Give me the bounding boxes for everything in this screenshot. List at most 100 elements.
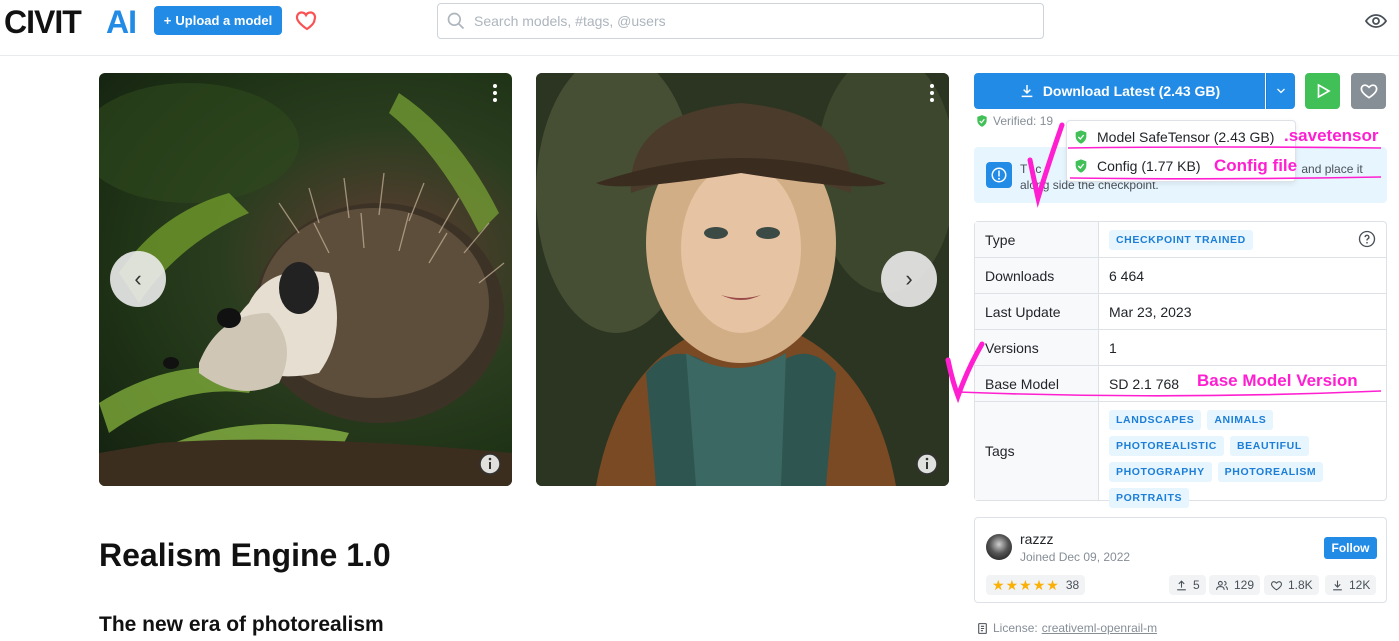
download-icon [1021,85,1033,98]
downloads-count: 12K [1349,578,1371,592]
svg-text:AI: AI [106,6,136,36]
run-model-button[interactable] [1305,73,1340,109]
model-title: Realism Engine 1.0 [99,537,391,573]
search-input[interactable] [474,13,994,29]
shield-check-icon [977,115,987,127]
license-link[interactable]: creativeml-openrail-m [1042,621,1157,635]
creator-joined-date: Joined Dec 09, 2022 [1020,550,1131,564]
chevron-left-icon: ‹ [134,266,142,291]
svg-text:CIVIT: CIVIT [4,6,82,36]
notice-text-a: T [1020,162,1028,176]
row-label: Last Update [975,294,1099,329]
creator-name[interactable]: razzz [1020,531,1053,547]
more-options-icon[interactable] [492,83,498,103]
row-label: Versions [975,330,1099,365]
star-icon: ★ [1032,576,1046,593]
favorites-count: 1.8K [1288,578,1313,592]
gallery-prev-button[interactable]: ‹ [110,251,166,307]
row-label: Base Model [975,366,1099,401]
more-options-icon[interactable] [929,83,935,103]
play-icon [1317,83,1331,99]
plus-icon: + [163,13,172,28]
uploads-stat: 5 [1169,575,1206,595]
civitai-logo[interactable]: CIVIT AI [4,6,144,36]
chevron-right-icon: › [905,266,913,291]
row-value: 1 [1109,339,1117,356]
creator-card: razzz Joined Dec 09, 2022 Follow ★ ★ ★ ★… [974,517,1387,603]
top-header: CIVIT AI + Upload a model [0,0,1399,56]
annotation-safetensor: .savetensor [1284,126,1379,145]
users-icon [1216,580,1228,590]
table-row-versions: Versions 1 [975,330,1386,366]
verified-text: Verified: 19 [993,114,1054,128]
star-icon: ★ [1046,576,1059,593]
tags-list: LANDSCAPES ANIMALS PHOTOREALISTIC BEAUTI… [1109,410,1379,508]
row-value: SD 2.1 768 [1109,375,1180,392]
download-icon [1333,580,1342,590]
row-label: Downloads [975,258,1099,293]
info-icon[interactable] [915,452,939,476]
gallery-next-button[interactable]: › [881,251,937,307]
star-icon: ★ [1005,576,1019,593]
followers-stat: 129 [1209,575,1261,595]
upload-model-label: Upload a model [175,13,273,28]
follow-button[interactable]: Follow [1324,537,1377,559]
annotation-base-model: Base Model Version [1197,371,1358,390]
download-options-button[interactable] [1266,73,1295,109]
uploads-count: 5 [1193,578,1200,592]
row-label: Type [975,222,1099,257]
upload-model-button[interactable]: + Upload a model [154,6,282,35]
eye-icon[interactable] [1364,9,1388,33]
table-row-tags: Tags LANDSCAPES ANIMALS PHOTOREALISTIC B… [975,402,1386,508]
notice-text-b: c [1035,162,1042,176]
shield-check-icon [1075,159,1087,173]
search-icon [447,12,465,30]
star-icon: ★ [1019,576,1032,593]
favorite-button[interactable] [1351,73,1386,109]
type-badge: CHECKPOINT TRAINED [1109,229,1253,250]
verified-status: Verified: 19 [975,114,1053,128]
table-row-type: Type CHECKPOINT TRAINED [975,222,1386,258]
row-value: Mar 23, 2023 [1109,303,1192,320]
file-option-label: Config (1.77 KB) [1097,158,1201,174]
heart-icon [1271,580,1282,590]
chevron-down-icon [1277,88,1285,94]
download-latest-label: Download Latest (2.43 GB) [1042,83,1221,99]
rating-stars: ★ ★ ★ ★ ★ 38 [986,575,1086,595]
annotation-config: Config file [1214,156,1298,175]
file-option-label: Model SafeTensor (2.43 GB) [1097,129,1275,145]
download-latest-button[interactable]: Download Latest (2.43 GB) [974,73,1265,109]
info-icon[interactable] [478,452,502,476]
search-bar[interactable] [437,3,1044,39]
model-details-table: Type CHECKPOINT TRAINED Downloads 6 464 … [974,221,1387,508]
tag-badge[interactable]: BEAUTIFUL [1229,436,1309,456]
avatar[interactable] [986,534,1012,560]
license-label: License: [993,621,1038,635]
followers-count: 129 [1234,578,1255,592]
row-value: 6 464 [1109,267,1145,284]
table-row-downloads: Downloads 6 464 [975,258,1386,294]
downloads-stat: 12K [1325,575,1377,595]
shield-check-icon [1075,130,1087,144]
star-icon: ★ [992,576,1005,593]
license-info: License: creativeml-openrail-m [976,621,1157,635]
help-icon[interactable] [1358,230,1376,248]
alert-icon [986,162,1012,188]
tag-badge[interactable]: PHOTOGRAPHY [1109,462,1212,482]
tag-badge[interactable]: LANDSCAPES [1109,410,1202,430]
model-subtitle: The new era of photorealism [99,613,384,636]
notice-text-c: and place it [1301,162,1363,176]
row-label: Tags [975,402,1099,500]
upload-icon [1177,579,1186,590]
file-option-safetensor[interactable]: Model SafeTensor (2.43 GB) [1071,124,1291,150]
rating-count: 38 [1065,578,1080,592]
tag-badge[interactable]: PHOTOREALISM [1217,462,1324,482]
favorites-stat: 1.8K [1264,575,1319,595]
heart-icon [1360,84,1377,99]
tag-badge[interactable]: ANIMALS [1207,410,1274,430]
row-value: CHECKPOINT TRAINED [1109,222,1253,257]
license-icon [978,622,987,634]
tag-badge[interactable]: PHOTOREALISTIC [1109,436,1224,456]
heart-icon[interactable] [294,8,320,32]
tag-badge[interactable]: PORTRAITS [1109,488,1190,508]
